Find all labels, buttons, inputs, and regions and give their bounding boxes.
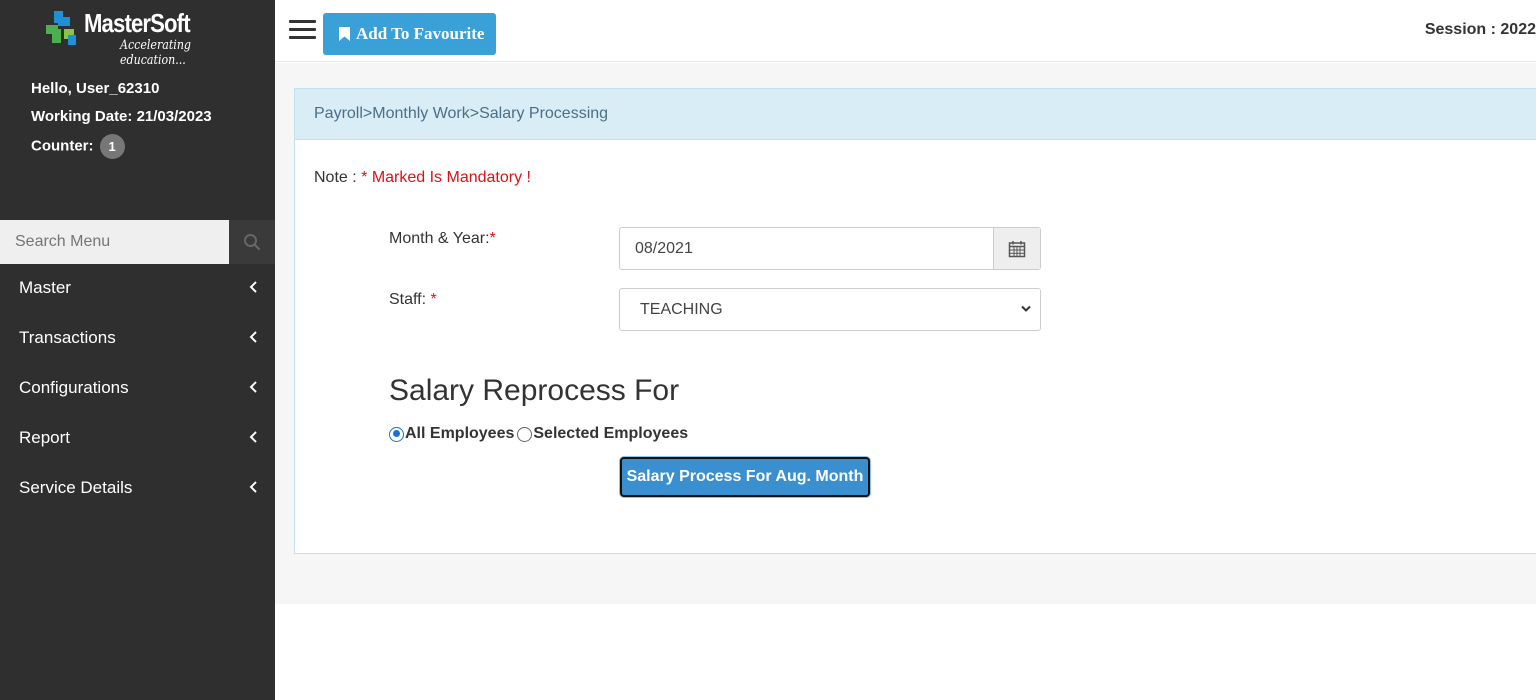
required-mark: * bbox=[430, 291, 437, 308]
staff-label-text: Staff: bbox=[389, 291, 427, 308]
staff-label: Staff: * bbox=[389, 291, 437, 309]
note-label: Note : bbox=[314, 169, 357, 186]
hamburger-menu-icon[interactable] bbox=[289, 20, 316, 40]
breadcrumb: Payroll>Monthly Work>Salary Processing bbox=[295, 89, 1536, 140]
radio-selected-employees-label[interactable]: Selected Employees bbox=[533, 425, 688, 443]
mandatory-note: Note : * Marked Is Mandatory ! bbox=[314, 169, 531, 187]
working-date: Working Date: 21/03/2023 bbox=[31, 108, 212, 125]
sidebar: MasterSoft Accelerating education... Hel… bbox=[0, 0, 275, 700]
sidebar-menu: Master Transactions Configurations Repor… bbox=[0, 264, 275, 514]
add-to-favourite-label: Add To Favourite bbox=[356, 24, 485, 43]
counter-badge: 1 bbox=[99, 134, 125, 159]
section-title: Salary Reprocess For bbox=[389, 374, 680, 407]
sidebar-item-label: Transactions bbox=[19, 328, 116, 347]
calendar-icon bbox=[1008, 240, 1026, 257]
mastersoft-logo[interactable]: MasterSoft Accelerating education... bbox=[42, 6, 242, 68]
salary-processing-panel: Payroll>Monthly Work>Salary Processing N… bbox=[294, 88, 1536, 554]
sidebar-item-label: Service Details bbox=[19, 478, 133, 497]
counter-label: Counter: bbox=[31, 137, 94, 155]
session-label: Session : 2022 bbox=[1424, 21, 1536, 38]
chevron-left-icon bbox=[249, 481, 257, 493]
sidebar-item-master[interactable]: Master bbox=[0, 264, 275, 314]
radio-selected-employees[interactable] bbox=[517, 426, 533, 442]
sidebar-item-label: Report bbox=[19, 428, 71, 447]
month-year-label: Month & Year:* bbox=[389, 230, 496, 248]
chevron-left-icon bbox=[249, 281, 257, 293]
brand-tagline: Accelerating education... bbox=[120, 38, 192, 68]
user-greeting: Hello, User_62310 bbox=[31, 80, 160, 97]
radio-all-employees[interactable] bbox=[389, 426, 404, 442]
brand-name: MasterSoft bbox=[84, 8, 191, 38]
bookmark-icon bbox=[339, 27, 350, 41]
calendar-button[interactable] bbox=[993, 228, 1040, 269]
month-year-input[interactable] bbox=[620, 228, 994, 269]
sidebar-item-configurations[interactable]: Configurations bbox=[0, 364, 275, 414]
reprocess-radio-group: All Employees Selected Employees bbox=[389, 425, 688, 443]
chevron-left-icon bbox=[249, 331, 257, 343]
sidebar-item-service-details[interactable]: Service Details bbox=[0, 464, 275, 514]
sidebar-item-transactions[interactable]: Transactions bbox=[0, 314, 275, 364]
search-button[interactable] bbox=[229, 220, 275, 264]
staff-selected-value: TEACHING bbox=[640, 301, 723, 318]
required-mark: * bbox=[489, 230, 496, 247]
radio-all-employees-label[interactable]: All Employees bbox=[405, 425, 514, 443]
search-menu-input[interactable] bbox=[0, 220, 229, 264]
logo-mark-icon bbox=[46, 11, 76, 45]
month-year-label-text: Month & Year: bbox=[389, 230, 490, 247]
month-year-field bbox=[619, 227, 1041, 270]
note-text: * Marked Is Mandatory ! bbox=[361, 169, 531, 186]
counter: Counter: 1 bbox=[31, 134, 212, 162]
user-info: Hello, User_62310 Working Date: 21/03/20… bbox=[31, 78, 212, 162]
sidebar-item-report[interactable]: Report bbox=[0, 414, 275, 464]
chevron-down-icon bbox=[1021, 305, 1031, 312]
sidebar-item-label: Master bbox=[19, 278, 71, 297]
chevron-left-icon bbox=[249, 381, 257, 393]
sidebar-item-label: Configurations bbox=[19, 378, 129, 397]
topbar: Add To Favourite Session : 2022 bbox=[275, 0, 1536, 62]
menu-search bbox=[0, 220, 275, 264]
staff-select[interactable]: TEACHING bbox=[619, 288, 1041, 331]
add-to-favourite-button[interactable]: Add To Favourite bbox=[323, 13, 496, 55]
salary-process-button[interactable]: Salary Process For Aug. Month bbox=[620, 457, 870, 497]
search-icon bbox=[244, 234, 261, 251]
chevron-left-icon bbox=[249, 431, 257, 443]
